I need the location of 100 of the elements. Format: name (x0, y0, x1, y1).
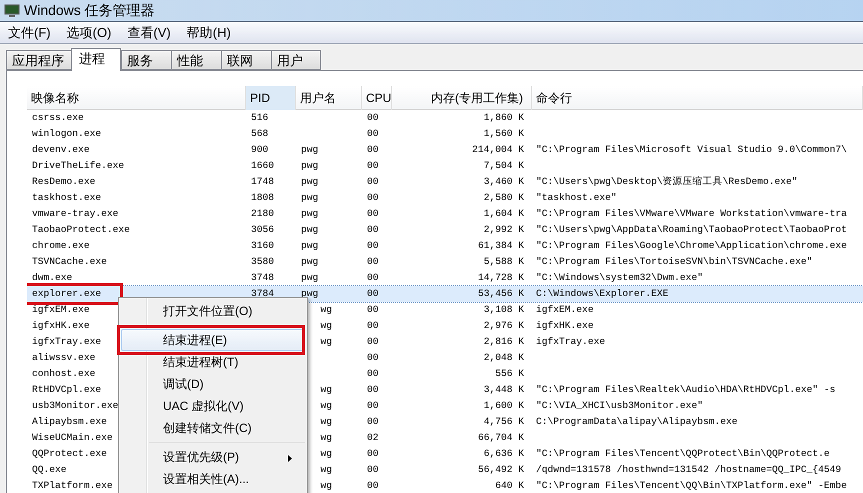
table-cell: "C:\Program Files\Realtek\Audio\HDA\RtHDVCpl.exe" -s (536, 384, 836, 395)
table-cell: pwg (301, 176, 318, 187)
table-cell: 5,588 K (484, 256, 524, 267)
table-cell: 61,384 K (478, 240, 524, 251)
table-cell: 56,492 K (478, 464, 524, 475)
table-cell: 66,704 K (478, 432, 524, 443)
table-cell: "taskhost.exe" (536, 192, 617, 203)
table-cell: 556 K (495, 368, 524, 379)
table-cell: 2180 (251, 208, 274, 219)
submenu-arrow-icon (288, 455, 292, 462)
table-cell: C:\Windows\Explorer.EXE (536, 288, 668, 299)
table-cell: "C:\Program Files\TortoiseSVN\bin\TSVNCache.exe" (536, 256, 812, 267)
table-cell: 00 (367, 304, 379, 315)
table-cell: 53,456 K (478, 288, 524, 299)
table-cell: wg (320, 336, 332, 347)
table-cell: 14,728 K (478, 272, 524, 283)
table-cell: 516 (251, 112, 268, 123)
menu-item[interactable]: 查看(V) (123, 22, 175, 42)
table-cell: igfxTray.exe (536, 336, 606, 347)
menu-item[interactable]: 文件(F) (4, 22, 55, 42)
menu-item[interactable]: 帮助(H) (182, 22, 235, 42)
table-cell: "C:\Users\pwg\AppData\Roaming\TaobaoProtect\TaobaoProt (536, 224, 847, 235)
table-cell: 00 (367, 256, 379, 267)
table-cell: 00 (367, 288, 379, 299)
table-cell: 4,756 K (484, 416, 524, 427)
table-cell: RtHDVCpl.exe (32, 384, 102, 395)
table-cell: 00 (367, 368, 379, 379)
table-cell: 1,560 K (484, 128, 524, 139)
table-cell: 00 (367, 416, 379, 427)
tab[interactable]: 应用程序 (6, 50, 71, 70)
tab[interactable]: 服务 (121, 50, 171, 70)
table-cell: "C:\VIA_XHCI\usb3Monitor.exe" (536, 400, 703, 411)
menu-item[interactable]: 结束进程树(T) (121, 351, 305, 373)
table-cell: 1748 (251, 176, 274, 187)
selected-row[interactable]: explorer.exe 3784 pwg 00 53,456 K C:\Windows\Explorer.EXE (27, 286, 863, 302)
table-cell: TaobaoProtect.exe (32, 224, 130, 235)
table-cell: 3784 (251, 288, 274, 299)
column-header[interactable]: PID (246, 86, 296, 110)
table-cell: wg (320, 400, 332, 411)
table-cell: "C:\Program Files\Tencent\QQProtect\Bin\QQProtect.e (536, 448, 830, 459)
menu-item[interactable]: 调试(D) (121, 373, 305, 395)
table-cell: 3,448 K (484, 384, 524, 395)
table-cell: igfxHK.exe (32, 320, 90, 331)
table-cell: "C:\Program Files\Google\Chrome\Application\chrome.exe (536, 240, 847, 251)
tab[interactable]: 联网 (221, 50, 271, 70)
table-cell: vmware-tray.exe (32, 208, 118, 219)
table-cell: 00 (367, 336, 379, 347)
table-cell: chrome.exe (32, 240, 90, 251)
menu-item[interactable]: 设置优先级(P) (121, 446, 305, 468)
menu-item[interactable]: 选项(O) (62, 22, 116, 42)
table-cell: pwg (301, 256, 318, 267)
monitor-icon (4, 4, 20, 18)
table-cell: 00 (367, 224, 379, 235)
table-cell: wg (320, 384, 332, 395)
table-cell: TSVNCache.exe (32, 256, 107, 267)
table-cell: 3580 (251, 256, 274, 267)
table-cell: WiseUCMain.exe (32, 432, 113, 443)
table-cell: 2,992 K (484, 224, 524, 235)
window-title: Windows 任务管理器 (24, 1, 155, 20)
table-cell: igfxEM.exe (536, 304, 594, 315)
table-cell: 1808 (251, 192, 274, 203)
table-cell: ResDemo.exe (32, 176, 96, 187)
table-cell: pwg (301, 144, 318, 155)
table-cell: 2,048 K (484, 352, 524, 363)
table-cell: wg (320, 448, 332, 459)
table-cell: 7,504 K (484, 160, 524, 171)
table-cell: 00 (367, 144, 379, 155)
column-header[interactable]: 命令行 (532, 86, 863, 110)
table-cell: 3,460 K (484, 176, 524, 187)
tab[interactable]: 进程 (71, 48, 121, 71)
column-header[interactable]: 内存(专用工作集) (392, 86, 532, 110)
table-cell: 00 (367, 448, 379, 459)
table-cell: wg (320, 320, 332, 331)
table-cell: igfxTray.exe (32, 336, 102, 347)
menu-item[interactable]: 打开文件位置(O) (121, 300, 305, 322)
tab[interactable]: 性能 (171, 50, 221, 70)
table-cell: 214,004 K (472, 144, 524, 155)
table-cell: 00 (367, 464, 379, 475)
table-cell: /qdwnd=131578 /hosthwnd=131542 /hostname=QQ_IPC_{4549 (536, 464, 842, 475)
table-cell: 2,816 K (484, 336, 524, 347)
table-cell: 00 (367, 240, 379, 251)
table-cell: wg (320, 432, 332, 443)
table-cell: pwg (301, 240, 318, 251)
column-header[interactable]: 用户名 (296, 86, 362, 110)
table-cell: 00 (367, 352, 379, 363)
menu-item[interactable]: 创建转储文件(C) (121, 417, 305, 439)
table-cell: igfxEM.exe (32, 304, 90, 315)
table-cell: pwg (301, 272, 318, 283)
table-cell: 00 (367, 272, 379, 283)
table-cell: 00 (367, 400, 379, 411)
menu-item[interactable]: UAC 虚拟化(V) (121, 395, 305, 417)
table-cell: 3748 (251, 272, 274, 283)
table-cell: 568 (251, 128, 268, 139)
table-cell: devenv.exe (32, 144, 90, 155)
table-cell: QQ.exe (32, 464, 67, 475)
tab[interactable]: 用户 (271, 50, 321, 70)
menu-item[interactable]: 设置相关性(A)... (121, 468, 305, 490)
column-header[interactable]: CPU (362, 86, 392, 110)
table-cell: usb3Monitor.exe (32, 400, 118, 411)
menu-item[interactable]: 结束进程(E) (121, 329, 305, 351)
